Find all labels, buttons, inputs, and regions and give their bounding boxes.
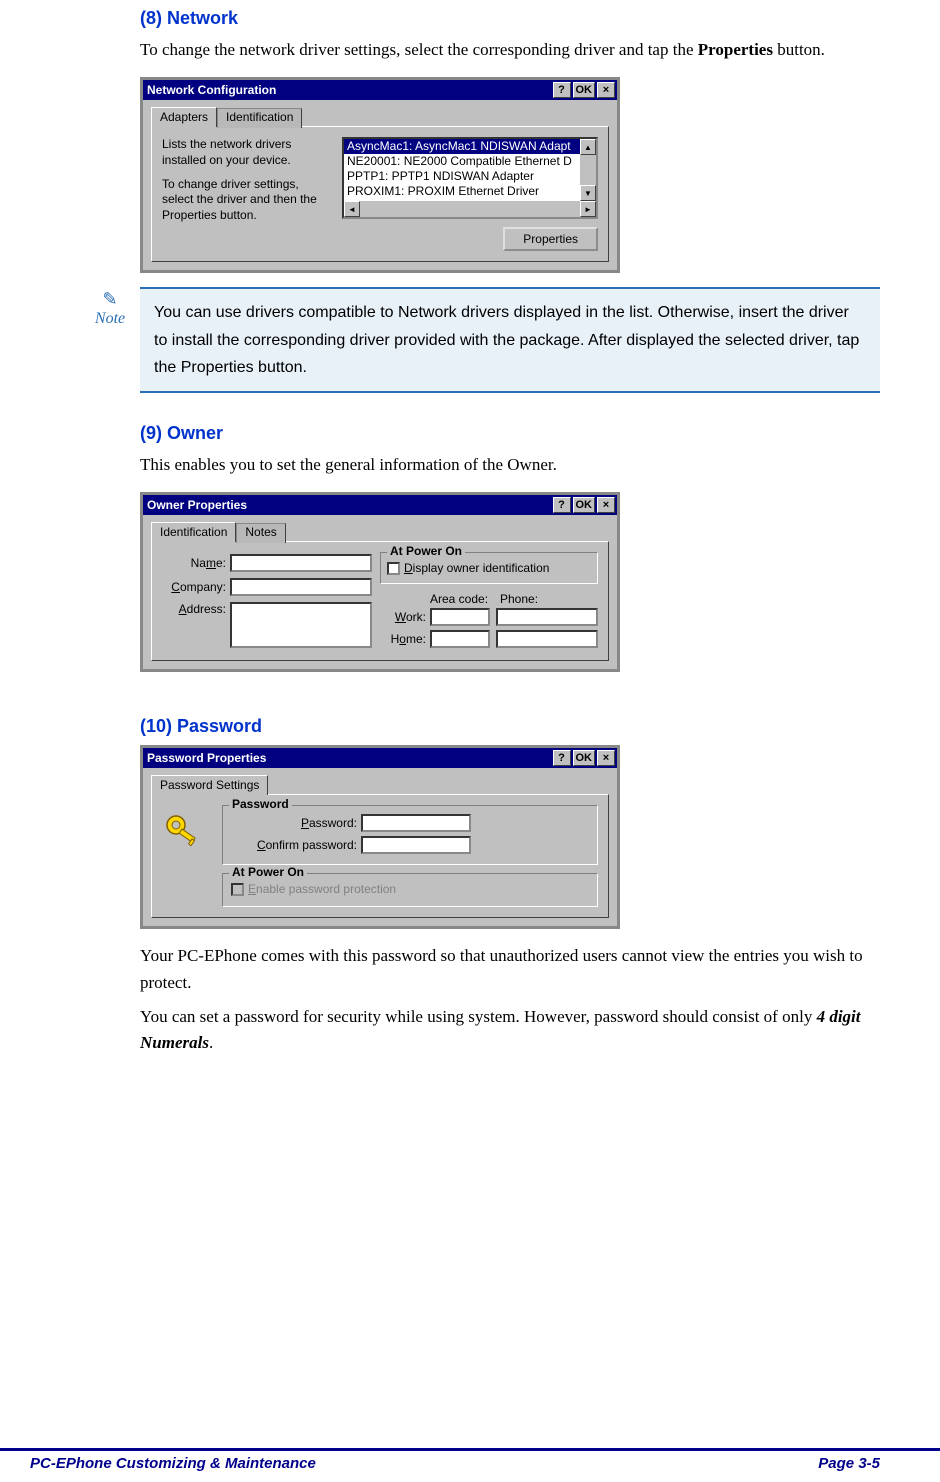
tab-password-settings[interactable]: Password Settings bbox=[151, 775, 268, 795]
work-label: Work: bbox=[380, 610, 430, 624]
footer-left: PC-EPhone Customizing & Maintenance bbox=[30, 1455, 316, 1472]
list-item[interactable]: PPTP1: PPTP1 NDISWAN Adapter bbox=[344, 169, 580, 184]
tab-notes[interactable]: Notes bbox=[236, 523, 285, 543]
section-9-heading: (9) Owner bbox=[140, 423, 880, 444]
display-owner-checkbox[interactable] bbox=[387, 562, 400, 575]
address-input[interactable] bbox=[230, 602, 372, 648]
properties-button[interactable]: Properties bbox=[503, 227, 598, 251]
key-icon bbox=[162, 811, 202, 851]
driver-listbox[interactable]: AsyncMac1: AsyncMac1 NDISWAN Adapt NE200… bbox=[342, 137, 598, 219]
company-label: Company: bbox=[162, 580, 230, 594]
note-icon: ✎ Note bbox=[80, 287, 140, 393]
ok-button[interactable]: OK bbox=[573, 750, 596, 766]
network-title: Network Configuration bbox=[145, 83, 551, 97]
section-9-intro: This enables you to set the general info… bbox=[140, 452, 880, 478]
tab-adapters[interactable]: Adapters bbox=[151, 107, 217, 127]
company-input[interactable] bbox=[230, 578, 372, 596]
ok-button[interactable]: OK bbox=[573, 497, 596, 513]
work-phone-input[interactable] bbox=[496, 608, 598, 626]
section-8-intro-bold: Properties bbox=[698, 40, 773, 59]
password-para-2c: . bbox=[209, 1033, 213, 1052]
ok-button[interactable]: OK bbox=[573, 82, 596, 98]
confirm-password-label: Confirm password: bbox=[231, 838, 361, 852]
enable-password-label: Enable password protection bbox=[248, 882, 396, 896]
network-config-dialog: Network Configuration ? OK × Adapters Id… bbox=[140, 77, 620, 273]
close-button[interactable]: × bbox=[597, 497, 615, 513]
section-8-intro-a: To change the network driver settings, s… bbox=[140, 40, 698, 59]
owner-title: Owner Properties bbox=[145, 498, 551, 512]
confirm-password-input[interactable] bbox=[361, 836, 471, 854]
help-button[interactable]: ? bbox=[553, 497, 571, 513]
pencil-icon: ✎ bbox=[80, 289, 140, 310]
footer-right: Page 3-5 bbox=[818, 1455, 880, 1472]
scrollbar-vertical[interactable]: ▲ ▼ bbox=[580, 139, 596, 201]
password-para-2a: You can set a password for security whil… bbox=[140, 1007, 817, 1026]
tab-identification[interactable]: Identification bbox=[151, 522, 236, 542]
name-label: Name: bbox=[162, 556, 230, 570]
section-8-intro-b: button. bbox=[773, 40, 825, 59]
help-button[interactable]: ? bbox=[553, 750, 571, 766]
note-callout: ✎ Note You can use drivers compatible to… bbox=[80, 287, 880, 393]
scroll-up-icon[interactable]: ▲ bbox=[580, 139, 596, 155]
section-8-intro: To change the network driver settings, s… bbox=[140, 37, 880, 63]
list-item[interactable]: NE20001: NE2000 Compatible Ethernet D bbox=[344, 154, 580, 169]
owner-properties-dialog: Owner Properties ? OK × Identification N… bbox=[140, 492, 620, 672]
password-label: Password: bbox=[231, 816, 361, 830]
close-button[interactable]: × bbox=[597, 750, 615, 766]
list-item[interactable]: AsyncMac1: AsyncMac1 NDISWAN Adapt bbox=[344, 139, 580, 154]
at-power-on-legend: At Power On bbox=[387, 544, 465, 558]
note-text: You can use drivers compatible to Networ… bbox=[140, 287, 880, 393]
owner-titlebar: Owner Properties ? OK × bbox=[143, 495, 617, 515]
display-owner-label: Display owner identification bbox=[404, 561, 549, 575]
network-instr-2: To change driver settings, select the dr… bbox=[162, 177, 332, 224]
password-input[interactable] bbox=[361, 814, 471, 832]
scroll-right-icon[interactable]: ► bbox=[580, 201, 596, 217]
password-properties-dialog: Password Properties ? OK × Password Sett… bbox=[140, 745, 620, 929]
phone-header: Phone: bbox=[500, 592, 538, 606]
note-label: Note bbox=[80, 310, 140, 328]
scrollbar-horizontal[interactable]: ◄ ► bbox=[344, 201, 596, 217]
list-item[interactable]: PROXIM1: PROXIM Ethernet Driver bbox=[344, 184, 580, 199]
close-button[interactable]: × bbox=[597, 82, 615, 98]
enable-password-checkbox bbox=[231, 883, 244, 896]
home-phone-input[interactable] bbox=[496, 630, 598, 648]
network-titlebar: Network Configuration ? OK × bbox=[143, 80, 617, 100]
password-para-1: Your PC-EPhone comes with this password … bbox=[140, 943, 880, 996]
section-8-heading: (8) Network bbox=[140, 8, 880, 29]
area-code-header: Area code: bbox=[430, 592, 500, 606]
password-titlebar: Password Properties ? OK × bbox=[143, 748, 617, 768]
help-button[interactable]: ? bbox=[553, 82, 571, 98]
at-power-on-legend: At Power On bbox=[229, 865, 307, 879]
network-instr-1: Lists the network drivers installed on y… bbox=[162, 137, 332, 168]
tab-identification[interactable]: Identification bbox=[217, 108, 302, 128]
password-title: Password Properties bbox=[145, 751, 551, 765]
password-legend: Password bbox=[229, 797, 292, 811]
work-areacode-input[interactable] bbox=[430, 608, 490, 626]
page-footer: PC-EPhone Customizing & Maintenance Page… bbox=[0, 1448, 940, 1482]
scroll-left-icon[interactable]: ◄ bbox=[344, 201, 360, 217]
section-10-heading: (10) Password bbox=[140, 716, 880, 737]
name-input[interactable] bbox=[230, 554, 372, 572]
scroll-down-icon[interactable]: ▼ bbox=[580, 185, 596, 201]
address-label: Address: bbox=[162, 602, 230, 616]
home-label: Home: bbox=[380, 632, 430, 646]
home-areacode-input[interactable] bbox=[430, 630, 490, 648]
password-para-2: You can set a password for security whil… bbox=[140, 1004, 880, 1057]
